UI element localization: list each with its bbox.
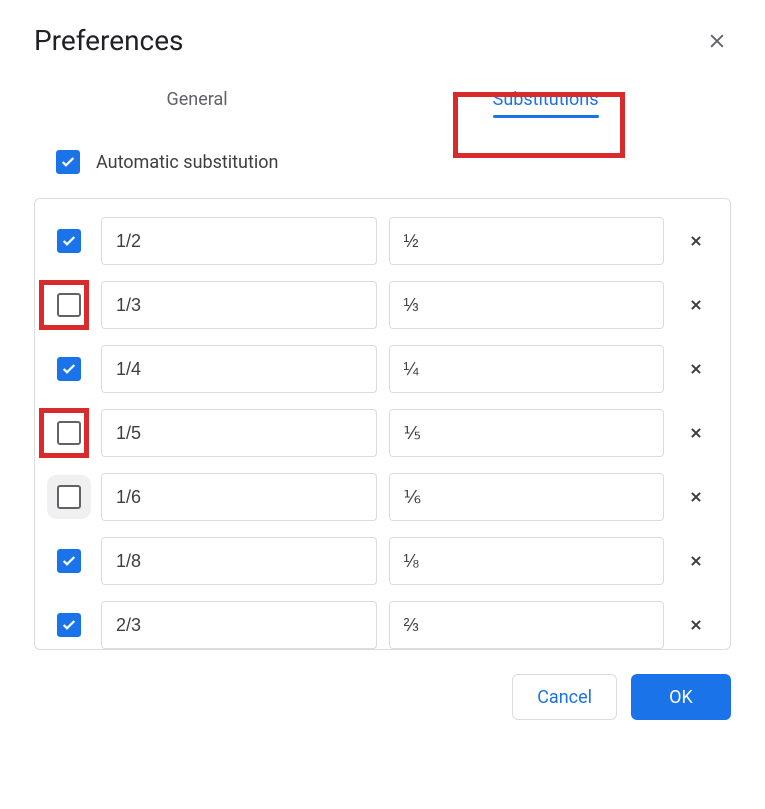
row-checkbox-cell <box>49 549 89 573</box>
replace-with-input[interactable] <box>389 601 665 649</box>
auto-substitution-checkbox[interactable] <box>56 150 80 174</box>
close-icon <box>689 554 703 568</box>
close-icon <box>689 490 703 504</box>
replace-with-input[interactable] <box>389 409 665 457</box>
row-checkbox-cell <box>49 293 89 317</box>
substitutions-table <box>34 198 731 650</box>
row-checkbox[interactable] <box>57 613 81 637</box>
close-icon <box>689 234 703 248</box>
substitution-row <box>43 529 722 593</box>
replace-with-input[interactable] <box>389 345 665 393</box>
substitution-row <box>43 337 722 401</box>
remove-row-button[interactable] <box>676 285 716 325</box>
row-checkbox[interactable] <box>57 421 81 445</box>
row-checkbox-cell <box>49 613 89 637</box>
cancel-button[interactable]: Cancel <box>512 674 617 720</box>
replace-from-input[interactable] <box>101 409 377 457</box>
row-checkbox-cell <box>49 421 89 445</box>
replace-from-input[interactable] <box>101 345 377 393</box>
replace-with-input[interactable] <box>389 473 665 521</box>
remove-row-button[interactable] <box>676 349 716 389</box>
dialog-header: Preferences <box>34 24 731 57</box>
tab-general[interactable]: General <box>166 83 227 120</box>
replace-from-input[interactable] <box>101 473 377 521</box>
ok-button[interactable]: OK <box>631 674 731 720</box>
remove-row-button[interactable] <box>676 221 716 261</box>
row-checkbox[interactable] <box>57 293 81 317</box>
replace-with-input[interactable] <box>389 217 665 265</box>
row-checkbox-cell <box>49 485 89 509</box>
row-checkbox[interactable] <box>57 549 81 573</box>
row-checkbox-cell <box>49 357 89 381</box>
close-icon <box>689 298 703 312</box>
dialog-footer: Cancel OK <box>34 674 731 720</box>
replace-from-input[interactable] <box>101 601 377 649</box>
tab-substitutions[interactable]: Substitutions <box>493 83 599 120</box>
row-checkbox[interactable] <box>57 357 81 381</box>
replace-from-input[interactable] <box>101 217 377 265</box>
substitution-row <box>43 593 722 650</box>
remove-row-button[interactable] <box>676 605 716 645</box>
substitution-row <box>43 401 722 465</box>
substitution-row <box>43 465 722 529</box>
tab-bar: General Substitutions <box>34 83 731 120</box>
close-icon <box>689 618 703 632</box>
close-button[interactable] <box>703 27 731 55</box>
auto-substitution-row: Automatic substitution <box>56 150 731 174</box>
preferences-dialog: Preferences General Substitutions Automa… <box>0 0 765 740</box>
row-checkbox[interactable] <box>57 229 81 253</box>
close-icon <box>707 31 727 51</box>
replace-with-input[interactable] <box>389 281 665 329</box>
close-icon <box>689 362 703 376</box>
replace-from-input[interactable] <box>101 281 377 329</box>
row-checkbox-cell <box>49 229 89 253</box>
auto-substitution-label: Automatic substitution <box>96 152 278 173</box>
substitution-row <box>43 209 722 273</box>
remove-row-button[interactable] <box>676 541 716 581</box>
remove-row-button[interactable] <box>676 477 716 517</box>
row-checkbox[interactable] <box>57 485 81 509</box>
replace-from-input[interactable] <box>101 537 377 585</box>
close-icon <box>689 426 703 440</box>
substitution-row <box>43 273 722 337</box>
dialog-title: Preferences <box>34 24 184 57</box>
replace-with-input[interactable] <box>389 537 665 585</box>
remove-row-button[interactable] <box>676 413 716 453</box>
